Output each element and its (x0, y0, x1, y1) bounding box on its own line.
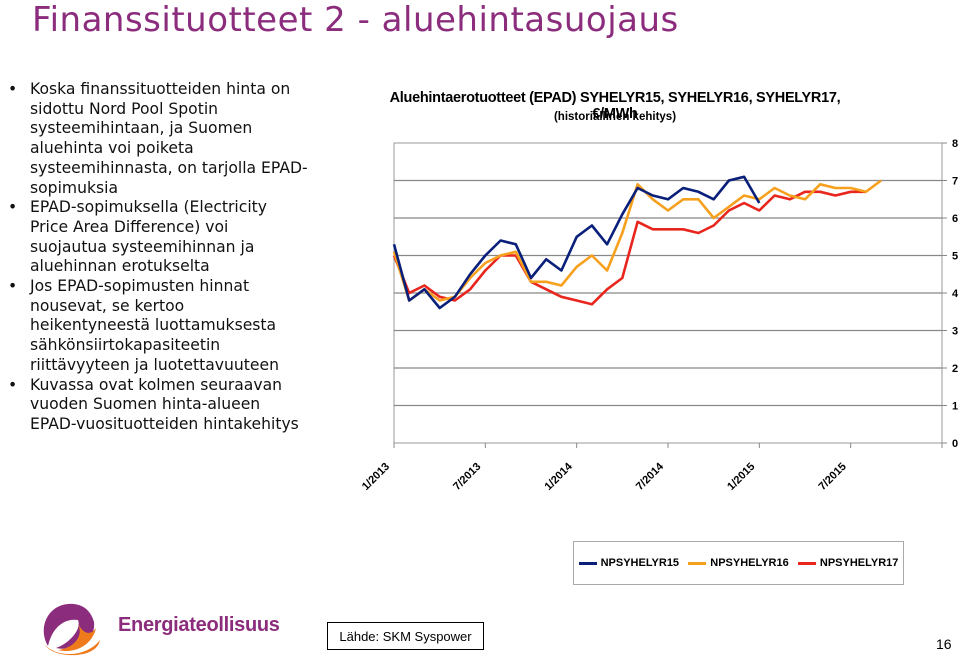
legend-label: NPSYHELYR17 (819, 557, 899, 569)
legend-swatch (578, 561, 597, 565)
x-tick-label: 7/2014 (634, 460, 667, 493)
energiateollisuus-logo-icon (43, 603, 100, 656)
legend-label: NPSYHELYR16 (710, 557, 789, 569)
series-line-npsyhelyr16 (392, 179, 882, 302)
y-tick-label: 3 (952, 326, 958, 338)
line-chart: 0 1 2 3 4 5 6 7 8 1/2013 7/2013 1/2014 7/2014 1/2015 7… (360, 138, 959, 493)
x-tick-label: 1/2013 (360, 461, 392, 493)
y-tick-label: 4 (952, 288, 959, 300)
legend-label: NPSYHELYR15 (600, 557, 680, 569)
legend-item: NPSYHELYR16 (688, 557, 789, 569)
logo-text: Energiateollisuus (118, 614, 280, 636)
x-tick-label: 1/2015 (725, 461, 757, 493)
y-tick-label: 0 (952, 438, 958, 450)
legend-swatch (688, 561, 707, 565)
y-tick-label: 6 (952, 213, 958, 225)
x-tick-label: 7/2013 (451, 461, 483, 493)
source-box: Lähde: SKM Syspower (327, 622, 484, 650)
y-tick-label: 7 (952, 176, 958, 188)
x-tick-label: 7/2015 (817, 461, 849, 493)
y-tick-label: 5 (952, 251, 958, 263)
series-line-npsyhelyr15 (392, 175, 761, 310)
x-tick-label: 1/2014 (543, 460, 576, 493)
y-tick-label: 8 (952, 138, 958, 150)
legend-item: NPSYHELYR17 (797, 557, 899, 569)
page-number: 16 (936, 636, 952, 652)
legend-item: NPSYHELYR15 (578, 557, 680, 569)
legend-swatch (797, 561, 816, 565)
y-tick-label: 2 (952, 363, 958, 375)
y-tick-label: 1 (952, 401, 958, 413)
chart-legend: NPSYHELYR15 NPSYHELYR16 NPSYHELYR17 (573, 541, 904, 585)
